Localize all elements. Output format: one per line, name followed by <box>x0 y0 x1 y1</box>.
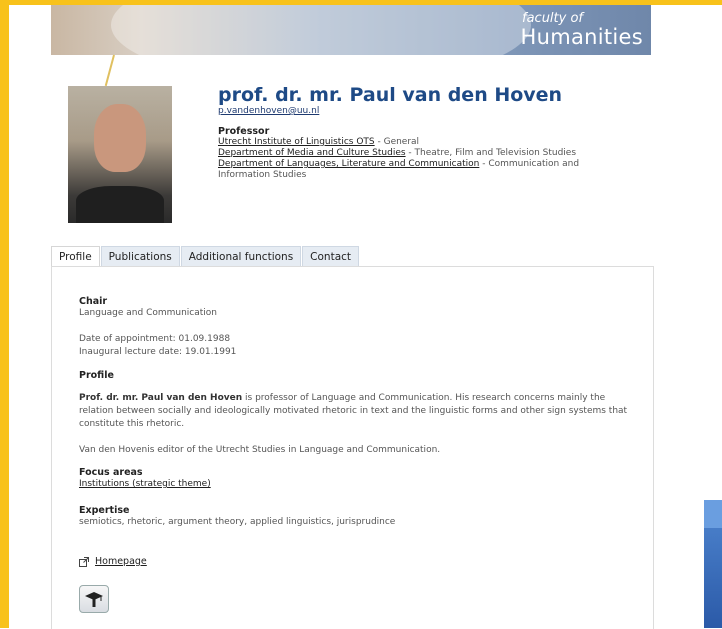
homepage-row: Homepage <box>79 556 147 567</box>
profile-heading: Profile <box>79 370 114 381</box>
graduation-button[interactable] <box>79 585 109 613</box>
expertise-value: semiotics, rhetoric, argument theory, ap… <box>79 517 396 527</box>
affiliation-item: Department of Languages, Literature and … <box>218 159 618 181</box>
inaugural-date: Inaugural lecture date: 19.01.1991 <box>79 347 237 357</box>
photo-connector <box>104 54 115 87</box>
email-link[interactable]: p.vandenhoven@uu.nl <box>218 106 319 116</box>
banner-faculty-of: faculty of <box>522 11 583 26</box>
chair-value: Language and Communication <box>79 308 218 318</box>
photo-shirt <box>76 186 164 223</box>
focus-heading: Focus areas <box>79 467 143 478</box>
affiliations: Utrecht Institute of Linguistics OTS - G… <box>218 137 618 181</box>
tab-profile[interactable]: Profile <box>51 246 100 267</box>
profile-description: Prof. dr. mr. Paul van den Hoven is prof… <box>79 392 631 431</box>
affiliation-link[interactable]: Department of Languages, Literature and … <box>218 159 479 169</box>
affiliation-suffix: - Theatre, Film and Television Studies <box>405 148 577 158</box>
expertise-heading: Expertise <box>79 505 130 516</box>
editor-text: Van den Hovenis editor of the Utrecht St… <box>79 445 441 455</box>
faculty-banner: faculty of Humanities <box>51 5 651 55</box>
focus-section: Focus areas Institutions (strategic them… <box>79 467 211 491</box>
affiliation-suffix: - General <box>374 137 420 147</box>
dates-section: Date of appointment: 01.09.1988 Inaugura… <box>79 333 236 359</box>
graduation-cap-icon <box>85 592 103 607</box>
affiliation-link[interactable]: Utrecht Institute of Linguistics OTS <box>218 137 375 147</box>
banner-swoosh <box>111 5 531 55</box>
tab-additional-functions[interactable]: Additional functions <box>180 246 302 267</box>
homepage-link[interactable]: Homepage <box>95 556 147 567</box>
tab-publications[interactable]: Publications <box>100 246 180 267</box>
banner-faculty-name: Humanities <box>520 25 643 49</box>
profile-heading-block: Profile <box>79 370 114 381</box>
external-link-icon <box>79 556 89 567</box>
profile-name: prof. dr. mr. Paul van den Hoven <box>218 84 563 106</box>
affiliation-item: Utrecht Institute of Linguistics OTS - G… <box>218 137 618 148</box>
photo-face <box>94 104 146 172</box>
frame-left <box>0 0 9 628</box>
profile-text: Prof. dr. mr. Paul van den Hoven is prof… <box>79 392 631 431</box>
appointment-date: Date of appointment: 01.09.1988 <box>79 334 231 344</box>
expertise-section: Expertise semiotics, rhetoric, argument … <box>79 505 395 529</box>
profile-text-name: Prof. dr. mr. Paul van den Hoven <box>79 393 243 403</box>
adjacent-window-edge <box>704 500 722 628</box>
chair-heading: Chair <box>79 296 108 307</box>
affiliation-item: Department of Media and Culture Studies … <box>218 148 618 159</box>
tab-contact[interactable]: Contact <box>302 246 360 267</box>
profile-tabs: Profile Publications Additional function… <box>51 246 360 267</box>
affiliation-link[interactable]: Department of Media and Culture Studies <box>218 148 406 158</box>
frame-right <box>684 0 722 5</box>
profile-photo <box>68 86 172 223</box>
editor-note: Van den Hovenis editor of the Utrecht St… <box>79 444 440 457</box>
chair-section: Chair Language and Communication <box>79 296 217 320</box>
role-title: Professor <box>218 126 270 137</box>
focus-link[interactable]: Institutions (strategic theme) <box>79 479 211 489</box>
